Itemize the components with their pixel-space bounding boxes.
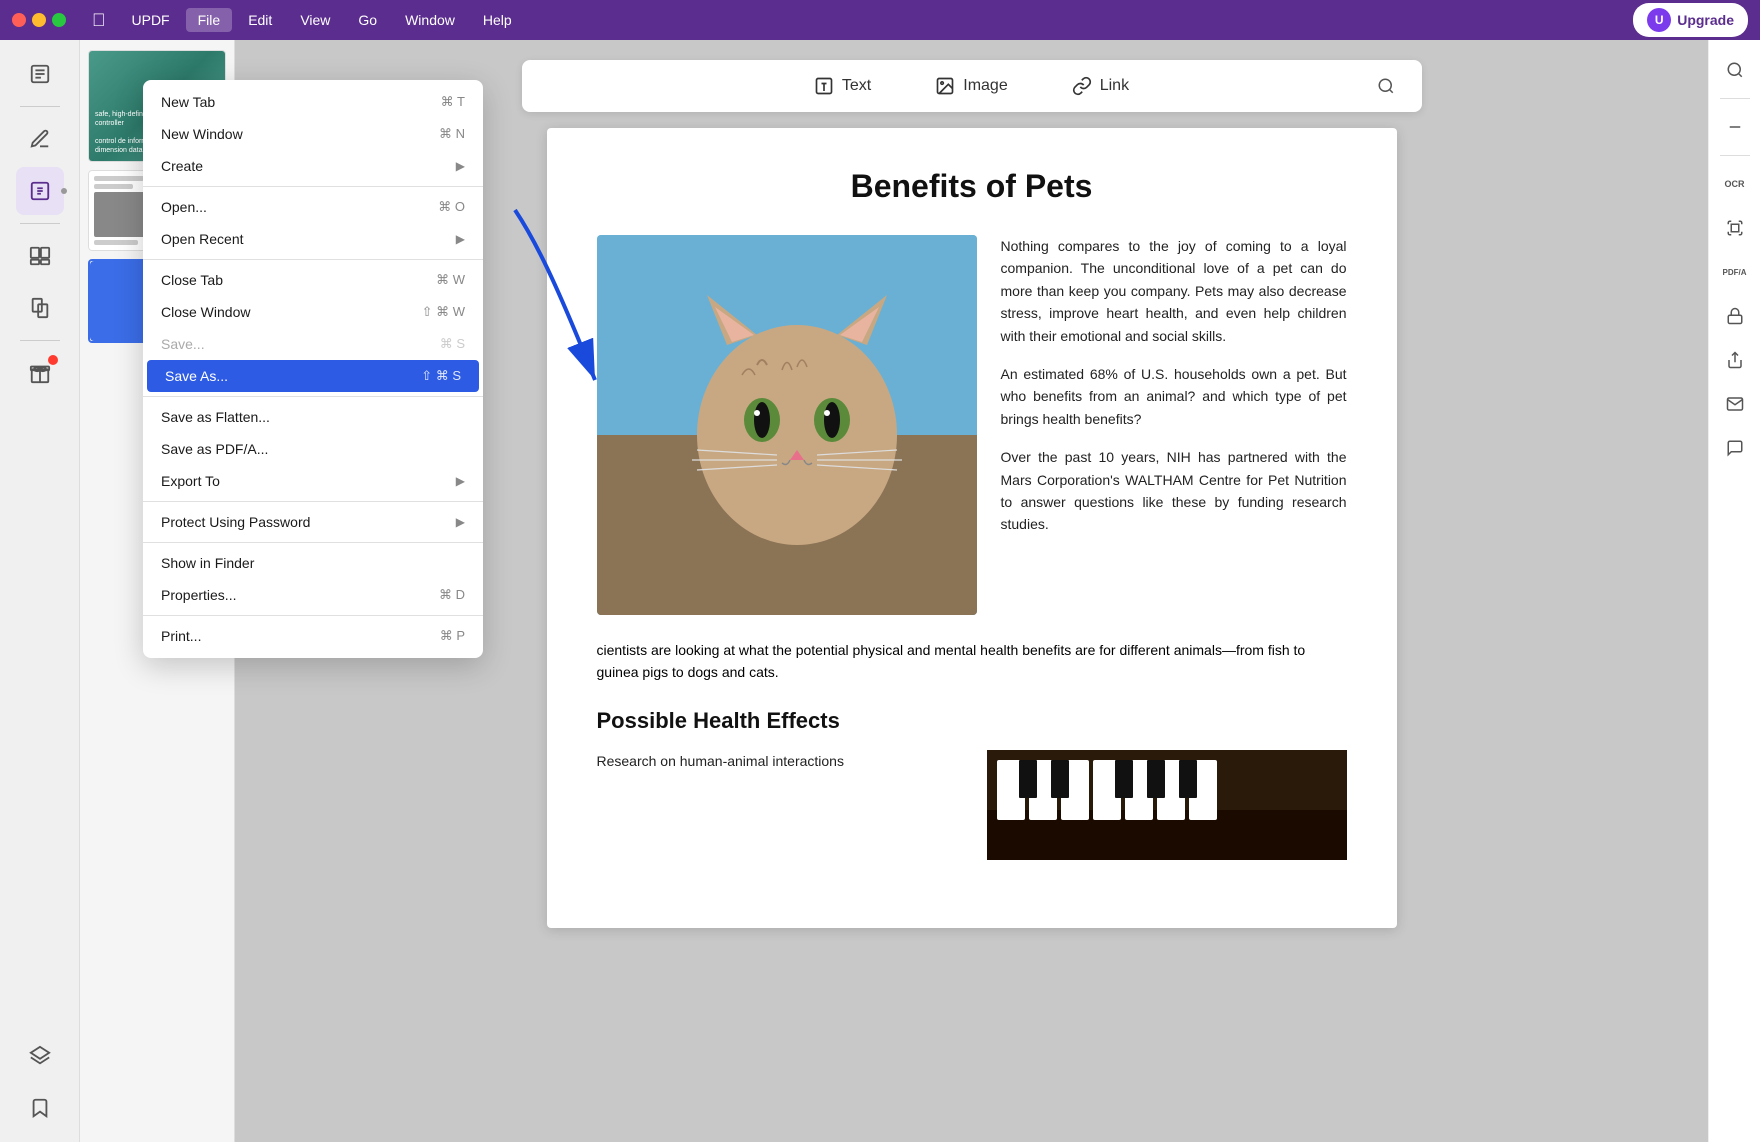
toolbar-tab-link[interactable]: Link bbox=[1060, 70, 1141, 102]
left-sidebar bbox=[0, 40, 80, 1142]
sidebar-item-reader[interactable] bbox=[16, 50, 64, 98]
menu-bar:  UPDF File Edit View Go Window Help U U… bbox=[0, 0, 1760, 40]
cat-image bbox=[597, 235, 977, 615]
right-email-icon[interactable] bbox=[1715, 384, 1755, 424]
search-button[interactable] bbox=[1366, 66, 1406, 106]
link-tab-label: Link bbox=[1100, 77, 1129, 95]
sidebar-item-organize[interactable] bbox=[16, 232, 64, 280]
traffic-lights bbox=[12, 13, 66, 27]
right-divider-2 bbox=[1720, 155, 1750, 156]
help-menu[interactable]: Help bbox=[471, 8, 524, 32]
menu-item-create[interactable]: Create ▶ bbox=[143, 150, 483, 182]
upgrade-label: Upgrade bbox=[1677, 12, 1734, 28]
menu-item-save-as[interactable]: Save As... ⇧ ⌘ S bbox=[147, 360, 479, 392]
viewer-toolbar: Text Image Link bbox=[522, 60, 1422, 112]
menu-divider-2 bbox=[143, 259, 483, 260]
gift-badge bbox=[48, 355, 58, 365]
go-menu[interactable]: Go bbox=[346, 8, 389, 32]
edit-menu[interactable]: Edit bbox=[236, 8, 284, 32]
pdf-text-column: Nothing compares to the joy of coming to… bbox=[1001, 235, 1347, 615]
right-protect-icon[interactable] bbox=[1715, 296, 1755, 336]
menu-divider-1 bbox=[143, 186, 483, 187]
image-tab-label: Image bbox=[963, 77, 1007, 95]
menu-divider-6 bbox=[143, 615, 483, 616]
sidebar-divider-1 bbox=[20, 106, 60, 107]
close-button[interactable] bbox=[12, 13, 26, 27]
app-name-menu: UPDF bbox=[120, 8, 182, 32]
menu-item-show-finder[interactable]: Show in Finder bbox=[143, 547, 483, 579]
menu-item-new-window[interactable]: New Window ⌘ N bbox=[143, 118, 483, 150]
menu-item-save[interactable]: Save... ⌘ S bbox=[143, 328, 483, 360]
menu-item-save-flatten[interactable]: Save as Flatten... bbox=[143, 401, 483, 433]
collapse-indicator bbox=[61, 188, 67, 194]
menu-item-print[interactable]: Print... ⌘ P bbox=[143, 620, 483, 652]
sidebar-item-gift[interactable] bbox=[16, 349, 64, 397]
pdf-bottom-row: Research on human-animal interactions bbox=[597, 750, 1347, 860]
piano-image bbox=[987, 750, 1347, 860]
right-ocr-icon[interactable]: OCR bbox=[1715, 164, 1755, 204]
menu-item-protect[interactable]: Protect Using Password ▶ bbox=[143, 506, 483, 538]
right-toolbar: OCR PDF/A bbox=[1708, 40, 1760, 1142]
right-minus-icon[interactable] bbox=[1715, 107, 1755, 147]
sidebar-item-annotate[interactable] bbox=[16, 115, 64, 163]
menu-item-close-window[interactable]: Close Window ⇧ ⌘ W bbox=[143, 296, 483, 328]
pdf-section-2-title: Possible Health Effects bbox=[597, 708, 1347, 734]
pdf-content-row-1: Nothing compares to the joy of coming to… bbox=[597, 235, 1347, 615]
right-search-icon[interactable] bbox=[1715, 50, 1755, 90]
menu-item-export-to[interactable]: Export To ▶ bbox=[143, 465, 483, 497]
sidebar-item-edit[interactable] bbox=[16, 167, 64, 215]
right-divider-1 bbox=[1720, 98, 1750, 99]
sidebar-item-bookmark[interactable] bbox=[16, 1084, 64, 1132]
toolbar-tab-image[interactable]: Image bbox=[923, 70, 1019, 102]
pdf-bottom-paragraph: cientists are looking at what the potent… bbox=[597, 639, 1347, 684]
pdf-paragraph-3: Over the past 10 years, NIH has partnere… bbox=[1001, 446, 1347, 536]
menu-item-close-tab[interactable]: Close Tab ⌘ W bbox=[143, 264, 483, 296]
pdf-bottom-area: cientists are looking at what the potent… bbox=[597, 639, 1347, 860]
sidebar-item-layers[interactable] bbox=[16, 1032, 64, 1080]
view-menu[interactable]: View bbox=[288, 8, 342, 32]
upgrade-button[interactable]: U Upgrade bbox=[1633, 3, 1748, 37]
sidebar-item-convert[interactable] bbox=[16, 284, 64, 332]
minimize-button[interactable] bbox=[32, 13, 46, 27]
sidebar-divider-2 bbox=[20, 223, 60, 224]
menu-bar-right: U Upgrade bbox=[1633, 3, 1748, 37]
menu-item-properties[interactable]: Properties... ⌘ D bbox=[143, 579, 483, 611]
pdf-title: Benefits of Pets bbox=[597, 168, 1347, 205]
sidebar-divider-3 bbox=[20, 340, 60, 341]
menu-item-open[interactable]: Open... ⌘ O bbox=[143, 191, 483, 223]
right-scan-icon[interactable] bbox=[1715, 208, 1755, 248]
menu-item-new-tab[interactable]: New Tab ⌘ T bbox=[143, 86, 483, 118]
pdf-page: Benefits of Pets bbox=[547, 128, 1397, 928]
right-pdfa-icon[interactable]: PDF/A bbox=[1715, 252, 1755, 292]
menu-item-open-recent[interactable]: Open Recent ▶ bbox=[143, 223, 483, 255]
user-avatar: U bbox=[1647, 8, 1671, 32]
file-menu[interactable]: File bbox=[186, 8, 233, 32]
pdf-paragraph-2: An estimated 68% of U.S. households own … bbox=[1001, 363, 1347, 430]
toolbar-tab-text[interactable]: Text bbox=[802, 70, 883, 102]
right-share-icon[interactable] bbox=[1715, 340, 1755, 380]
menu-divider-3 bbox=[143, 396, 483, 397]
app-container: New Tab ⌘ T New Window ⌘ N Create ▶ Open… bbox=[0, 40, 1760, 1142]
apple-menu[interactable]:  bbox=[82, 10, 116, 31]
pdf-section-2-text: Research on human-animal interactions bbox=[597, 750, 967, 860]
right-chat-icon[interactable] bbox=[1715, 428, 1755, 468]
menu-item-save-pdfa[interactable]: Save as PDF/A... bbox=[143, 433, 483, 465]
file-dropdown-menu: New Tab ⌘ T New Window ⌘ N Create ▶ Open… bbox=[143, 80, 483, 658]
menu-divider-5 bbox=[143, 542, 483, 543]
pdf-paragraph-1: Nothing compares to the joy of coming to… bbox=[1001, 235, 1347, 347]
menu-divider-4 bbox=[143, 501, 483, 502]
fullscreen-button[interactable] bbox=[52, 13, 66, 27]
text-tab-label: Text bbox=[842, 77, 871, 95]
window-menu[interactable]: Window bbox=[393, 8, 467, 32]
